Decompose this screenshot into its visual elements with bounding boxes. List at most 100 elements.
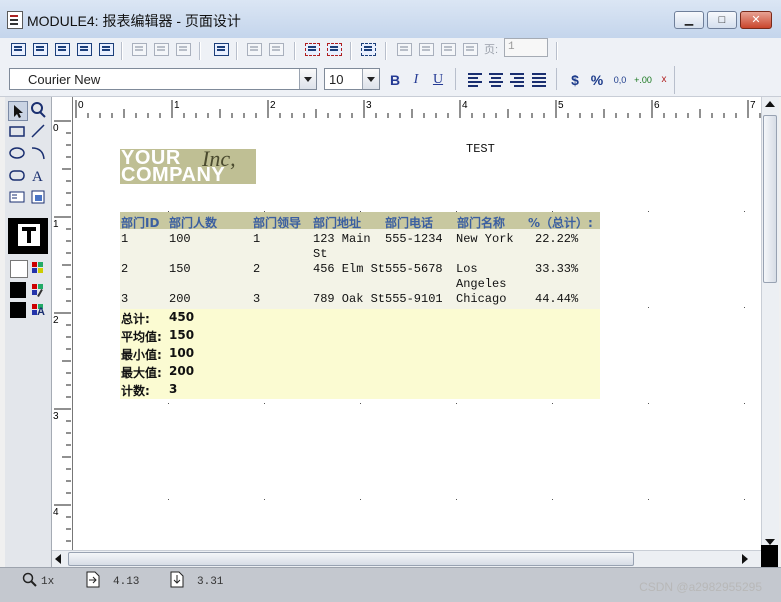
scroll-up-icon[interactable] xyxy=(765,101,775,107)
line-tool[interactable] xyxy=(29,122,49,142)
text-color-swatch[interactable] xyxy=(10,302,26,318)
italic-button[interactable]: I xyxy=(406,70,426,90)
frame-button[interactable] xyxy=(244,40,264,59)
scroll-right-icon[interactable] xyxy=(742,554,748,564)
summary-min[interactable]: 最小值: 100 xyxy=(121,346,194,363)
export-button[interactable] xyxy=(211,40,231,59)
ruler-label: 2 xyxy=(270,100,276,111)
cell-address[interactable]: 456 Elm St xyxy=(313,262,385,277)
field-icon xyxy=(9,191,25,203)
vertical-scrollbar[interactable] xyxy=(761,97,779,567)
summary-average[interactable]: 平均值: 150 xyxy=(121,328,194,345)
cell-id[interactable]: 2 xyxy=(121,262,128,277)
align-justify-button[interactable] xyxy=(530,71,548,89)
cell-name[interactable]: New York xyxy=(456,232,514,247)
grid-dot xyxy=(360,403,361,404)
horizontal-scrollbar[interactable] xyxy=(52,550,761,568)
cell-phone[interactable]: 555-9101 xyxy=(385,292,443,307)
zoom-preview-button[interactable] xyxy=(74,40,94,59)
line-color-icon[interactable] xyxy=(31,283,45,297)
cell-name-wrap[interactable]: Angeles xyxy=(456,277,506,292)
cell-address[interactable]: 123 Main xyxy=(313,232,371,247)
report-title[interactable]: TEST xyxy=(466,142,495,156)
app-icon[interactable] xyxy=(7,11,23,29)
page-number-input[interactable]: 1 xyxy=(504,38,548,57)
grid-select-button[interactable] xyxy=(324,40,344,59)
remove-decimal-button[interactable]: x xyxy=(654,70,674,90)
summary-max[interactable]: 最大值: 200 xyxy=(121,364,194,381)
size-grip[interactable] xyxy=(761,545,778,567)
cell-count[interactable]: 100 xyxy=(169,232,191,247)
delete-button[interactable] xyxy=(173,40,193,59)
bold-button[interactable]: B xyxy=(385,70,405,90)
layout-button[interactable] xyxy=(96,40,116,59)
prev-page-button[interactable] xyxy=(416,40,436,59)
cell-phone[interactable]: 555-1234 xyxy=(385,232,443,247)
font-size-select[interactable]: 10 xyxy=(324,68,380,90)
page-setup-button[interactable] xyxy=(8,40,28,59)
text-tool[interactable]: A xyxy=(29,166,49,186)
ellipse-tool[interactable] xyxy=(8,144,28,164)
cell-count[interactable]: 200 xyxy=(169,292,191,307)
underline-button[interactable]: U xyxy=(428,70,448,90)
cell-name[interactable]: Los xyxy=(456,262,478,277)
scroll-left-icon[interactable] xyxy=(55,554,61,564)
summary-total[interactable]: 总计: 450 xyxy=(121,310,194,327)
group-button[interactable] xyxy=(358,40,378,59)
decimal-format-button[interactable]: 0,0 xyxy=(609,70,631,90)
cell-address[interactable]: 789 Oak St xyxy=(313,292,385,307)
preview-button[interactable] xyxy=(30,40,50,59)
field-tool[interactable] xyxy=(8,188,28,208)
arc-tool[interactable] xyxy=(29,144,49,164)
zoom-tool[interactable] xyxy=(29,101,49,121)
cell-name[interactable]: Chicago xyxy=(456,292,506,307)
cell-id[interactable]: 1 xyxy=(121,232,128,247)
toolbar-divider xyxy=(236,42,238,60)
cell-phone[interactable]: 555-5678 xyxy=(385,262,443,277)
insert-col-button[interactable] xyxy=(151,40,171,59)
rectangle-tool[interactable] xyxy=(8,122,28,142)
cell-percent[interactable]: 33.33% xyxy=(535,262,578,277)
add-decimal-button[interactable]: +.00 xyxy=(632,70,654,90)
rounded-rect-tool[interactable] xyxy=(8,166,28,186)
align-left-button[interactable] xyxy=(466,71,484,89)
close-button[interactable]: ✕ xyxy=(740,11,772,29)
align-right-button[interactable] xyxy=(508,71,526,89)
logo-line2: COMPANY xyxy=(121,164,226,186)
text-color-icon[interactable]: A xyxy=(31,303,45,318)
minimize-button[interactable]: ▁ xyxy=(674,11,704,29)
currency-button[interactable]: $ xyxy=(565,70,585,90)
company-logo[interactable]: YOUR Inc, COMPANY xyxy=(120,146,256,186)
summary-count[interactable]: 计数: 3 xyxy=(121,382,177,399)
pointer-tool[interactable] xyxy=(8,101,28,121)
cell-percent[interactable]: 22.22% xyxy=(535,232,578,247)
next-page-button[interactable] xyxy=(438,40,458,59)
percent-button[interactable]: % xyxy=(587,70,607,90)
cell-count[interactable]: 150 xyxy=(169,262,191,277)
maximize-button[interactable]: □ xyxy=(707,11,737,29)
cell-id[interactable]: 3 xyxy=(121,292,128,307)
insert-row-button[interactable] xyxy=(129,40,149,59)
horizontal-scroll-thumb[interactable] xyxy=(68,552,634,566)
fill-color-swatch[interactable] xyxy=(10,260,28,278)
cell-leader[interactable]: 1 xyxy=(253,232,260,247)
chevron-down-icon[interactable] xyxy=(299,69,316,89)
line-color-swatch[interactable] xyxy=(10,282,26,298)
last-page-button[interactable] xyxy=(460,40,480,59)
select-region-button[interactable] xyxy=(302,40,322,59)
vertical-scroll-thumb[interactable] xyxy=(763,115,777,283)
chevron-down-icon[interactable] xyxy=(362,69,379,89)
cell-percent[interactable]: 44.44% xyxy=(535,292,578,307)
align-center-button[interactable] xyxy=(487,71,505,89)
frame-move-button[interactable] xyxy=(266,40,286,59)
first-page-button[interactable] xyxy=(394,40,414,59)
cell-leader[interactable]: 3 xyxy=(253,292,260,307)
report-canvas[interactable]: TEST YOUR Inc, COMPANY 部门ID 部门人数 部门领导 部门… xyxy=(73,119,761,550)
cell-address-wrap[interactable]: St xyxy=(313,247,327,262)
picture-tool[interactable] xyxy=(29,188,49,208)
cell-leader[interactable]: 2 xyxy=(253,262,260,277)
edit-button[interactable] xyxy=(52,40,72,59)
text-style-swatch[interactable] xyxy=(8,218,48,254)
fill-color-icon[interactable] xyxy=(31,261,45,275)
font-name-select[interactable]: Courier New xyxy=(9,68,317,90)
